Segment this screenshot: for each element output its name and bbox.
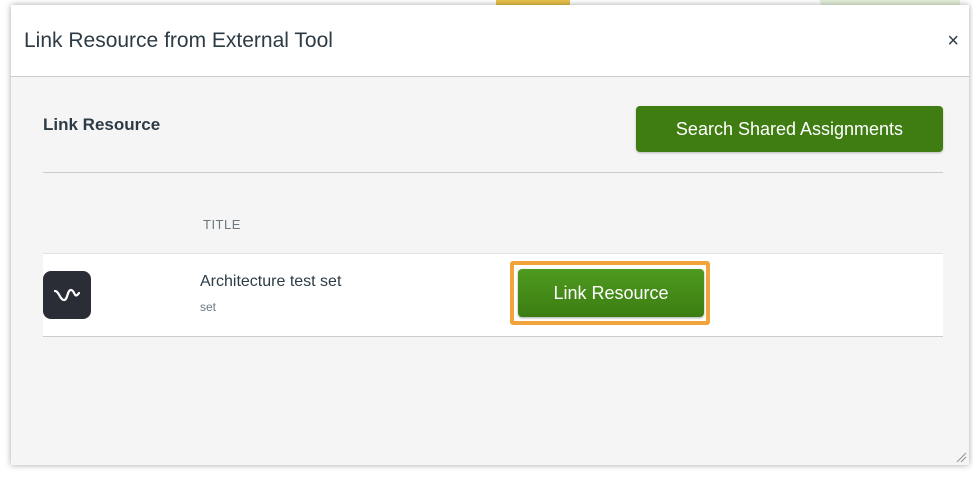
resource-title: Architecture test set (200, 273, 342, 290)
dialog-body: Link Resource Search Shared Assignments … (11, 77, 969, 465)
link-resource-button[interactable]: Link Resource (518, 269, 704, 317)
title-column-header: TITLE (203, 217, 241, 232)
resource-row: Architecture test set set Link Resource (43, 253, 943, 337)
resource-subtitle: set (200, 300, 217, 314)
dialog-header: Link Resource from External Tool × (11, 5, 969, 77)
dialog-title: Link Resource from External Tool (24, 29, 333, 52)
resize-grip-icon[interactable] (955, 451, 967, 463)
section-divider (43, 172, 943, 173)
wave-logo-icon (43, 271, 91, 319)
close-button[interactable]: × (947, 31, 959, 51)
section-title: Link Resource (43, 115, 161, 134)
link-resource-dialog: Link Resource from External Tool × Link … (11, 5, 969, 465)
search-shared-assignments-button[interactable]: Search Shared Assignments (636, 106, 943, 152)
